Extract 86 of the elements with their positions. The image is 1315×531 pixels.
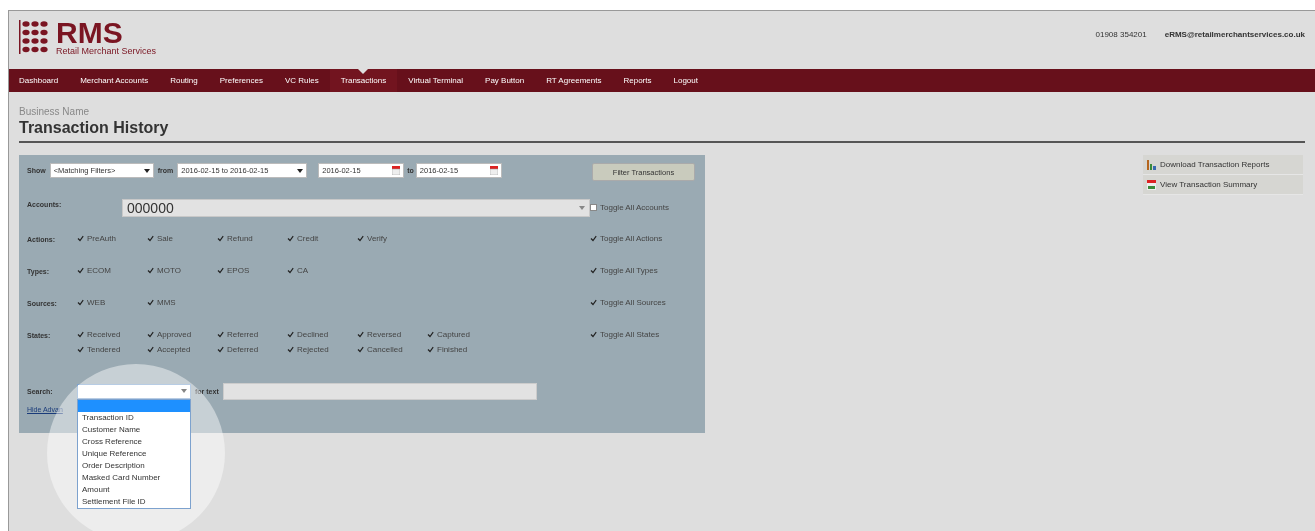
nav-item[interactable]: Pay Button [474, 69, 536, 92]
chart-icon [1147, 159, 1156, 170]
checkbox[interactable]: Credit [287, 234, 357, 243]
checkbox[interactable]: Received [77, 330, 147, 339]
nav-item[interactable]: VC Rules [273, 69, 330, 92]
blank-option[interactable] [78, 399, 190, 412]
nav-item[interactable]: Virtual Terminal [397, 69, 475, 92]
calendar-icon[interactable] [392, 166, 401, 175]
check-icon [147, 331, 154, 338]
toggle-checkbox[interactable]: Toggle All States [590, 330, 660, 339]
logo-tagline: Retail Merchant Services [56, 47, 157, 56]
checkbox[interactable]: Reversed [357, 330, 427, 339]
checkbox[interactable]: EPOS [217, 266, 287, 275]
checkbox[interactable]: MMS [147, 298, 217, 307]
check-icon [77, 331, 84, 338]
check-icon [287, 346, 294, 353]
check-icon [217, 267, 224, 274]
check-icon [77, 346, 84, 353]
accounts-select[interactable]: 000000 [122, 199, 590, 217]
toggle-checkbox[interactable]: Toggle All Accounts [590, 203, 669, 212]
caret-icon [579, 206, 585, 210]
checkbox[interactable]: Tendered [77, 345, 147, 354]
checkbox[interactable]: Sale [147, 234, 217, 243]
caret-icon [181, 389, 187, 393]
toggle-checkbox[interactable]: Toggle All Actions [590, 234, 663, 243]
email-address: eRMS@retailmerchantservices.co.uk [1164, 30, 1305, 41]
checkbox[interactable]: PreAuth [77, 234, 147, 243]
side-link[interactable]: View Transaction Summary [1143, 175, 1303, 195]
check-icon [287, 331, 294, 338]
nav-item[interactable]: Reports [612, 69, 663, 92]
check-icon [77, 299, 84, 306]
checkbox[interactable]: WEB [77, 298, 147, 307]
check-icon [357, 235, 364, 242]
check-icon [590, 299, 597, 306]
checkbox[interactable]: Deferred [217, 345, 287, 354]
checkbox[interactable]: Finished [427, 345, 497, 354]
check-icon [77, 235, 84, 242]
check-icon [217, 331, 224, 338]
check-icon [590, 331, 597, 338]
check-icon [590, 235, 597, 242]
checkbox[interactable]: Rejected [287, 345, 357, 354]
search-type-select[interactable] [77, 383, 191, 399]
checkbox[interactable]: CA [287, 266, 357, 275]
page-title: Transaction History [19, 117, 1305, 143]
check-icon [217, 235, 224, 242]
calendar-icon[interactable] [489, 166, 498, 175]
check-icon [147, 235, 154, 242]
check-icon [590, 267, 597, 274]
nav-item[interactable]: Preferences [208, 69, 274, 92]
checkbox[interactable]: Referred [217, 330, 287, 339]
calendar-icon [1147, 179, 1156, 190]
check-icon [147, 299, 154, 306]
check-icon [287, 267, 294, 274]
check-icon [147, 267, 154, 274]
check-icon [77, 267, 84, 274]
side-link[interactable]: Download Transaction Reports [1143, 155, 1303, 175]
checkbox[interactable]: Cancelled [357, 345, 427, 354]
checkbox[interactable]: Verify [357, 234, 427, 243]
nav-item[interactable]: Merchant Accounts [69, 69, 160, 92]
check-icon [427, 331, 434, 338]
check-icon [147, 346, 154, 353]
checkbox[interactable]: Approved [147, 330, 217, 339]
check-icon [357, 331, 364, 338]
checkbox[interactable]: Refund [217, 234, 287, 243]
search-text-field[interactable] [222, 382, 537, 400]
toggle-checkbox[interactable]: Toggle All Sources [590, 298, 666, 307]
check-icon [357, 346, 364, 353]
nav-item[interactable]: RT Agreements [535, 69, 613, 92]
nav-item[interactable]: Logout [662, 69, 709, 92]
checkbox[interactable]: Captured [427, 330, 497, 339]
logo-name: RMS [56, 20, 123, 46]
check-icon [217, 346, 224, 353]
nav-item[interactable]: Dashboard [19, 69, 70, 92]
checkbox[interactable]: Declined [287, 330, 357, 339]
check-icon [427, 346, 434, 353]
check-icon [287, 235, 294, 242]
caret-icon [143, 168, 150, 173]
checkbox[interactable]: Accepted [147, 345, 217, 354]
nav-item[interactable]: Transactions [329, 69, 398, 92]
checkbox[interactable]: MOTO [147, 266, 217, 275]
phone-number: 01908 354201 [1095, 30, 1147, 41]
business-name: Business Name [19, 106, 91, 117]
toggle-checkbox[interactable]: Toggle All Types [590, 266, 658, 275]
checkbox[interactable]: ECOM [77, 266, 147, 275]
nav-item[interactable]: Routing [159, 69, 209, 92]
caret-icon [297, 168, 304, 173]
